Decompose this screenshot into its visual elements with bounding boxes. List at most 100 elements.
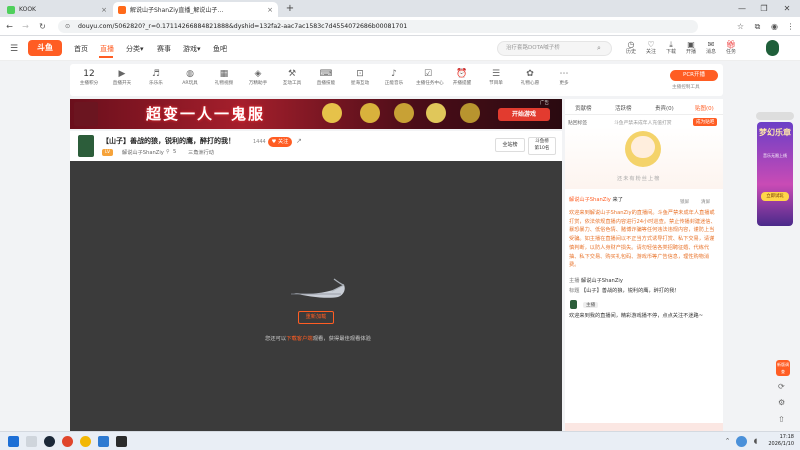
messages-button[interactable]: ✉ 消息	[703, 40, 719, 56]
windows-start-icon[interactable]	[8, 436, 19, 447]
browser-tab-douyu[interactable]: 解说山子ShanZiy直播_解说山子… ×	[113, 2, 278, 17]
survey-button[interactable]: 新版调查	[776, 360, 790, 376]
nav-live[interactable]: 直播	[100, 44, 114, 54]
lock-screen-button[interactable]: 锁屏	[680, 199, 689, 205]
tool-assistant[interactable]: ◈ 万精助手	[246, 69, 270, 88]
search-input[interactable]: 治疗套路DOTA喊子桥	[497, 41, 612, 56]
chat-input-strip[interactable]	[565, 423, 723, 431]
chrome-icon[interactable]	[80, 436, 91, 447]
browser-menu-icon[interactable]: ⋮	[785, 21, 796, 32]
extensions-icon[interactable]: ⧉	[752, 21, 763, 32]
profile-icon[interactable]: ◉	[769, 21, 780, 32]
file-explorer-icon[interactable]	[26, 436, 37, 447]
maximize-button[interactable]: ❐	[755, 3, 773, 14]
share-icon[interactable]: ↗	[296, 137, 302, 145]
search-icon[interactable]: ⌕	[597, 44, 601, 53]
history-button[interactable]: ◷ 历史	[623, 40, 639, 56]
browser-tab-strip: KOOK × 解说山子ShanZiy直播_解说山子… × + — ❐ ✕	[0, 0, 800, 17]
heart-icon: ♡	[647, 40, 655, 49]
rotate-icon[interactable]: ⟳	[778, 382, 785, 391]
chat-user[interactable]: 解说山子ShanZiy	[569, 197, 611, 203]
clear-screen-button[interactable]: 清屏	[701, 199, 710, 205]
reload-icon[interactable]: ↻	[37, 21, 48, 32]
site-rank-button[interactable]: 全站榜	[495, 138, 525, 152]
app-icon[interactable]	[116, 436, 127, 447]
douyu-rank-button[interactable]: 斗鱼榜 第10名	[528, 137, 556, 155]
video-player[interactable]: 重新加载 您还可以下载客户端观看，获得最佳观看体验	[70, 161, 562, 431]
nav-esports[interactable]: 赛事	[157, 44, 171, 54]
tool-gift-video[interactable]: ▦ 礼物视频	[212, 69, 236, 88]
windows-taskbar: ⌃ ◖ 17:18 2026/1/10	[0, 431, 800, 450]
tray-app-icon[interactable]	[736, 436, 747, 447]
back-to-top-icon[interactable]: ⇧	[778, 415, 785, 424]
banner-start-button[interactable]: 开始游戏	[498, 108, 550, 121]
tool-interact-tools[interactable]: ⚒ 互动工具	[280, 69, 304, 88]
streamer-name[interactable]: 解说山子ShanZiy	[122, 149, 164, 156]
tab-contribution[interactable]: 贡献榜	[575, 104, 592, 112]
browser-tab-kook[interactable]: KOOK ×	[2, 2, 112, 17]
task-center-icon: ☑	[423, 69, 433, 79]
tool-more[interactable]: ⋯ 更多	[552, 69, 576, 88]
clock[interactable]: 17:18 2026/1/10	[764, 434, 794, 448]
hamburger-menu-icon[interactable]: ☰	[10, 44, 18, 54]
nav-fishbar[interactable]: 鱼吧	[213, 44, 227, 54]
bookmark-star-icon[interactable]: ☆	[735, 21, 746, 32]
back-icon[interactable]: ←	[4, 21, 15, 32]
kook-favicon-icon	[7, 5, 15, 14]
tab-active[interactable]: 活跃榜	[615, 104, 632, 112]
volume-icon[interactable]: ◖	[750, 436, 761, 447]
address-bar[interactable]: ⊙ douyu.com/5062820?_r=0.171142668848218…	[58, 20, 698, 33]
app-icon[interactable]	[62, 436, 73, 447]
go-live-icon: ▶	[118, 69, 126, 79]
anchor-toolbar: 12 主播积分 ▶ 直播开天 ♬ 乐乐乐 ◍ AR玩具 ▦ 礼物视频 ◈ 万精助手 ⚒ 互动工具 ⌨ 直播…	[70, 64, 723, 96]
sub-tab[interactable]: 贴回标签	[568, 119, 587, 126]
nav-home[interactable]: 首页	[74, 44, 88, 54]
tool-reminder[interactable]: ⏰ 开播提醒	[450, 69, 474, 88]
go-live-button[interactable]: ▣ 开播	[683, 40, 699, 56]
side-ad-cta[interactable]: 立即试玩	[761, 192, 789, 201]
tool-star-sea[interactable]: ⊡ 星海互动	[348, 69, 372, 88]
close-window-button[interactable]: ✕	[778, 3, 796, 14]
app-icon[interactable]	[98, 436, 109, 447]
avatar[interactable]	[766, 40, 779, 56]
follow-button[interactable]: ♥ 关注	[268, 137, 292, 147]
site-info-icon[interactable]: ⊙	[65, 20, 70, 33]
tab-vip[interactable]: 贵宾(0)	[655, 104, 674, 112]
minimize-button[interactable]: —	[733, 3, 751, 14]
side-ad-close-icon[interactable]	[756, 112, 794, 120]
tab-stickers[interactable]: 贴图(0)	[695, 104, 714, 112]
tasks-button[interactable]: 🎁︎ 任务	[723, 40, 739, 56]
anchor-score[interactable]: 12 主播积分	[74, 69, 104, 88]
douyu-logo[interactable]: 斗鱼	[28, 40, 62, 56]
tab-close-icon[interactable]: ×	[267, 6, 273, 14]
side-game-ad[interactable]: 梦幻乐章 音乐无限上线 立即试玩	[757, 122, 793, 226]
game-ad-banner[interactable]: 超变一人一鬼服 开始游戏 广告	[70, 99, 562, 129]
tool-program[interactable]: ☰ 节目单	[484, 69, 508, 88]
tool-ar[interactable]: ◍ AR玩具	[178, 69, 202, 88]
retry-button[interactable]: 重新加载	[298, 311, 334, 324]
tool-task-center[interactable]: ☑ 主播任务中心	[416, 69, 444, 88]
tool-music[interactable]: ♪ 正能音乐	[382, 69, 406, 88]
mascot-face-icon	[631, 136, 655, 158]
forward-icon[interactable]: →	[20, 21, 31, 32]
tab-close-icon[interactable]: ×	[101, 6, 107, 14]
tray-chevron-icon[interactable]: ⌃	[722, 436, 733, 447]
room-title: 【山子】善战的狼，锐利的鹰，醉打的我！	[102, 137, 235, 145]
tool-skills[interactable]: ⌨ 直播技能	[314, 69, 338, 88]
steam-icon[interactable]	[44, 436, 55, 447]
join-fishbar-button[interactable]: 成为贴吧	[693, 118, 718, 126]
settings-gear-icon[interactable]: ⚙	[778, 398, 785, 407]
nav-games[interactable]: 游戏▾	[183, 44, 201, 54]
streamer-avatar[interactable]	[78, 135, 94, 157]
tool-go-live[interactable]: ▶ 直播开天	[110, 69, 134, 88]
douyu-favicon-icon	[118, 5, 126, 14]
pcr-live-button[interactable]: PCR开播	[670, 70, 718, 81]
category-link[interactable]: 三角洲行动	[188, 149, 214, 156]
download-button[interactable]: ⤓ 下载	[663, 40, 679, 56]
follow-button[interactable]: ♡ 关注	[643, 40, 659, 56]
tool-fun[interactable]: ♬ 乐乐乐	[144, 69, 168, 88]
new-tab-button[interactable]: +	[281, 3, 299, 14]
download-client-link[interactable]: 下载客户端	[286, 336, 313, 342]
tool-wish[interactable]: ✿ 礼物心愿	[518, 69, 542, 88]
nav-category[interactable]: 分类▾	[126, 44, 144, 54]
